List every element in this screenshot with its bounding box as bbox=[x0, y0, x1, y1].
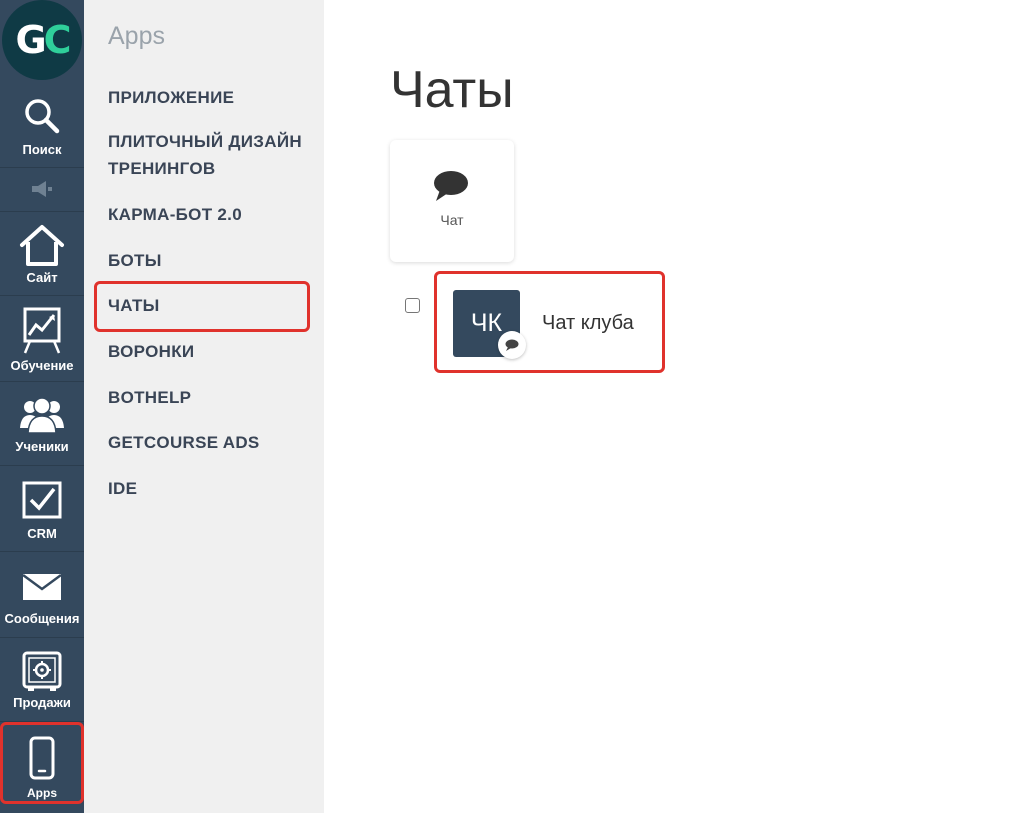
menu-item-karma-bot[interactable]: КАРМА-БОТ 2.0 bbox=[108, 201, 318, 228]
envelope-icon bbox=[22, 573, 62, 600]
menu-item-funnels[interactable]: ВОРОНКИ bbox=[108, 338, 318, 365]
page-title: Чаты bbox=[390, 61, 514, 119]
rail-item-search[interactable]: Поиск bbox=[0, 84, 84, 168]
menu-item-bothelp[interactable]: BOTHELP bbox=[108, 384, 318, 411]
rail-item-announcements[interactable] bbox=[0, 168, 84, 212]
tile-label: Чат bbox=[440, 212, 464, 228]
users-icon bbox=[20, 397, 64, 434]
search-icon bbox=[25, 99, 60, 134]
rail-label-learning: Обучение bbox=[10, 358, 74, 373]
chart-board-icon bbox=[23, 307, 61, 354]
rail-label-search: Поиск bbox=[22, 142, 62, 157]
home-icon bbox=[20, 225, 64, 266]
safe-icon bbox=[22, 651, 62, 691]
menu-item-ide[interactable]: IDE bbox=[108, 475, 318, 502]
icon-rail: GC Поиск Сайт Обучение Ученики CRM Сообщ… bbox=[0, 0, 84, 813]
main-content: Чаты Чат ЧК Чат клуба bbox=[324, 0, 1018, 813]
rail-label-sales: Продажи bbox=[13, 695, 71, 710]
rail-item-sales[interactable]: Продажи bbox=[0, 638, 84, 722]
rail-item-messages[interactable]: Сообщения bbox=[0, 552, 84, 638]
rail-item-site[interactable]: Сайт bbox=[0, 212, 84, 296]
chat-bubble-icon bbox=[434, 171, 468, 201]
chat-badge bbox=[498, 331, 526, 359]
checkbox-icon bbox=[22, 481, 62, 519]
rail-label-messages: Сообщения bbox=[4, 611, 80, 626]
rail-label-crm: CRM bbox=[27, 526, 57, 541]
menu-item-tile-design[interactable]: ПЛИТОЧНЫЙ ДИЗАЙН ТРЕНИНГОВ bbox=[108, 128, 318, 182]
apps-active-highlight bbox=[0, 722, 84, 804]
rail-label-site: Сайт bbox=[26, 270, 58, 285]
menu-item-bots[interactable]: БОТЫ bbox=[108, 247, 318, 274]
rail-item-crm[interactable]: CRM bbox=[0, 466, 84, 552]
logo-text: GC bbox=[15, 18, 71, 62]
submenu-title: Apps bbox=[108, 22, 165, 50]
chat-select-checkbox[interactable] bbox=[405, 298, 420, 313]
menu-item-getcourse-ads[interactable]: GETCOURSE ADS bbox=[108, 429, 318, 456]
rail-label-students: Ученики bbox=[15, 439, 69, 454]
getcourse-logo[interactable]: GC bbox=[2, 0, 82, 80]
new-chat-tile[interactable]: Чат bbox=[390, 140, 514, 262]
chat-bubble-icon bbox=[505, 339, 519, 351]
chats-active-highlight bbox=[94, 281, 310, 332]
menu-item-app[interactable]: ПРИЛОЖЕНИЕ bbox=[108, 84, 318, 111]
apps-submenu: Apps ПРИЛОЖЕНИЕ ПЛИТОЧНЫЙ ДИЗАЙН ТРЕНИНГ… bbox=[84, 0, 324, 813]
chat-name: Чат клуба bbox=[542, 312, 634, 334]
rail-item-learning[interactable]: Обучение bbox=[0, 296, 84, 382]
speaker-icon bbox=[32, 181, 52, 197]
rail-item-students[interactable]: Ученики bbox=[0, 382, 84, 466]
chat-card[interactable]: ЧК Чат клуба bbox=[434, 271, 665, 373]
